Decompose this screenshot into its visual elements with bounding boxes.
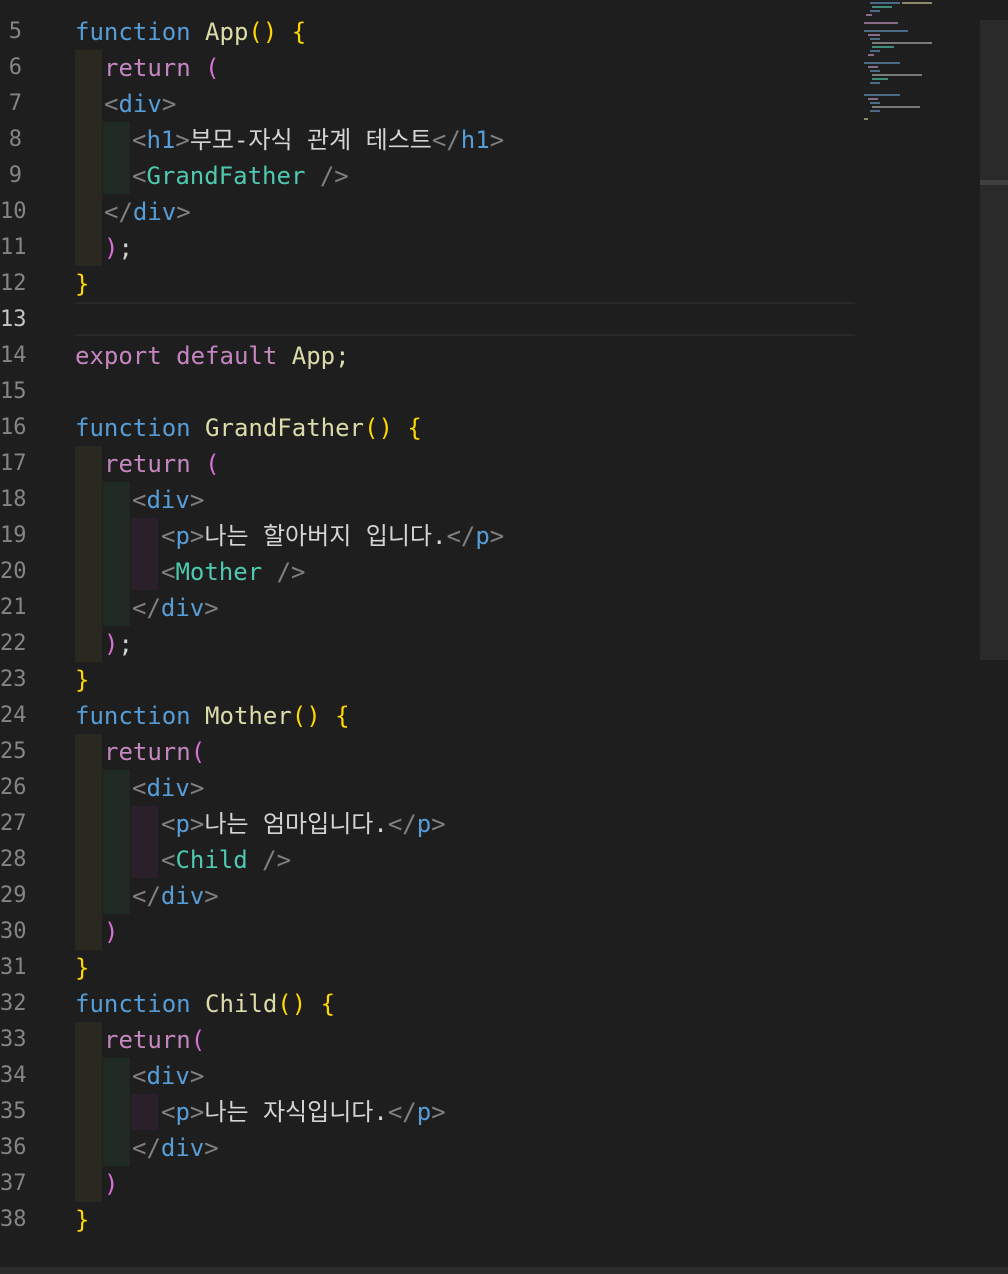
horizontal-scrollbar[interactable] [0, 1267, 1008, 1274]
code-line[interactable]: <p>나는 자식입니다.</p> [161, 1094, 446, 1130]
code-line[interactable]: function App() { [75, 14, 306, 50]
code-line[interactable]: <GrandFather /> [132, 158, 349, 194]
code-line[interactable]: <div> [104, 86, 176, 122]
code-line[interactable]: <h1>부모-자식 관계 테스트</h1> [132, 122, 504, 158]
code-line[interactable]: <p>나는 엄마입니다.</p> [161, 806, 446, 842]
code-line[interactable]: return ( [104, 50, 220, 86]
code-line[interactable]: </div> [104, 194, 191, 230]
code-line[interactable]: export default App; [75, 338, 350, 374]
code-line[interactable]: </div> [132, 878, 219, 914]
code-line[interactable]: </div> [132, 1130, 219, 1166]
code-line[interactable]: function Child() { [75, 986, 335, 1022]
code-line[interactable]: } [75, 950, 89, 986]
code-line[interactable]: <Child /> [161, 842, 291, 878]
code-line[interactable]: ); [104, 626, 133, 662]
code-line[interactable]: <Mother /> [161, 554, 306, 590]
code-line[interactable]: function Mother() { [75, 698, 350, 734]
code-area[interactable]: function App() { return ( <div> <h1>부모-자… [0, 0, 860, 1274]
code-line[interactable]: ) [104, 1166, 118, 1202]
code-line[interactable]: return( [104, 734, 205, 770]
code-line[interactable]: ); [104, 230, 133, 266]
scrollbar-thumb[interactable] [980, 180, 1008, 185]
code-editor[interactable]: 5 6 7 8 9 10 11 12 13 14 15 16 17 18 19 … [0, 0, 1008, 1274]
code-line[interactable]: <p>나는 할아버지 입니다.</p> [161, 518, 504, 554]
minimap-preview[interactable] [862, 0, 978, 130]
code-line[interactable]: } [75, 266, 89, 302]
code-line[interactable]: return( [104, 1022, 205, 1058]
code-line[interactable]: } [75, 1202, 89, 1238]
vertical-scrollbar[interactable] [980, 20, 1008, 660]
code-line[interactable]: <div> [132, 770, 204, 806]
code-line[interactable]: <div> [132, 482, 204, 518]
code-line[interactable]: function GrandFather() { [75, 410, 422, 446]
code-line[interactable]: </div> [132, 590, 219, 626]
code-line[interactable]: return ( [104, 446, 220, 482]
code-line[interactable]: } [75, 662, 89, 698]
code-line[interactable]: ) [104, 914, 118, 950]
code-line[interactable]: <div> [132, 1058, 204, 1094]
